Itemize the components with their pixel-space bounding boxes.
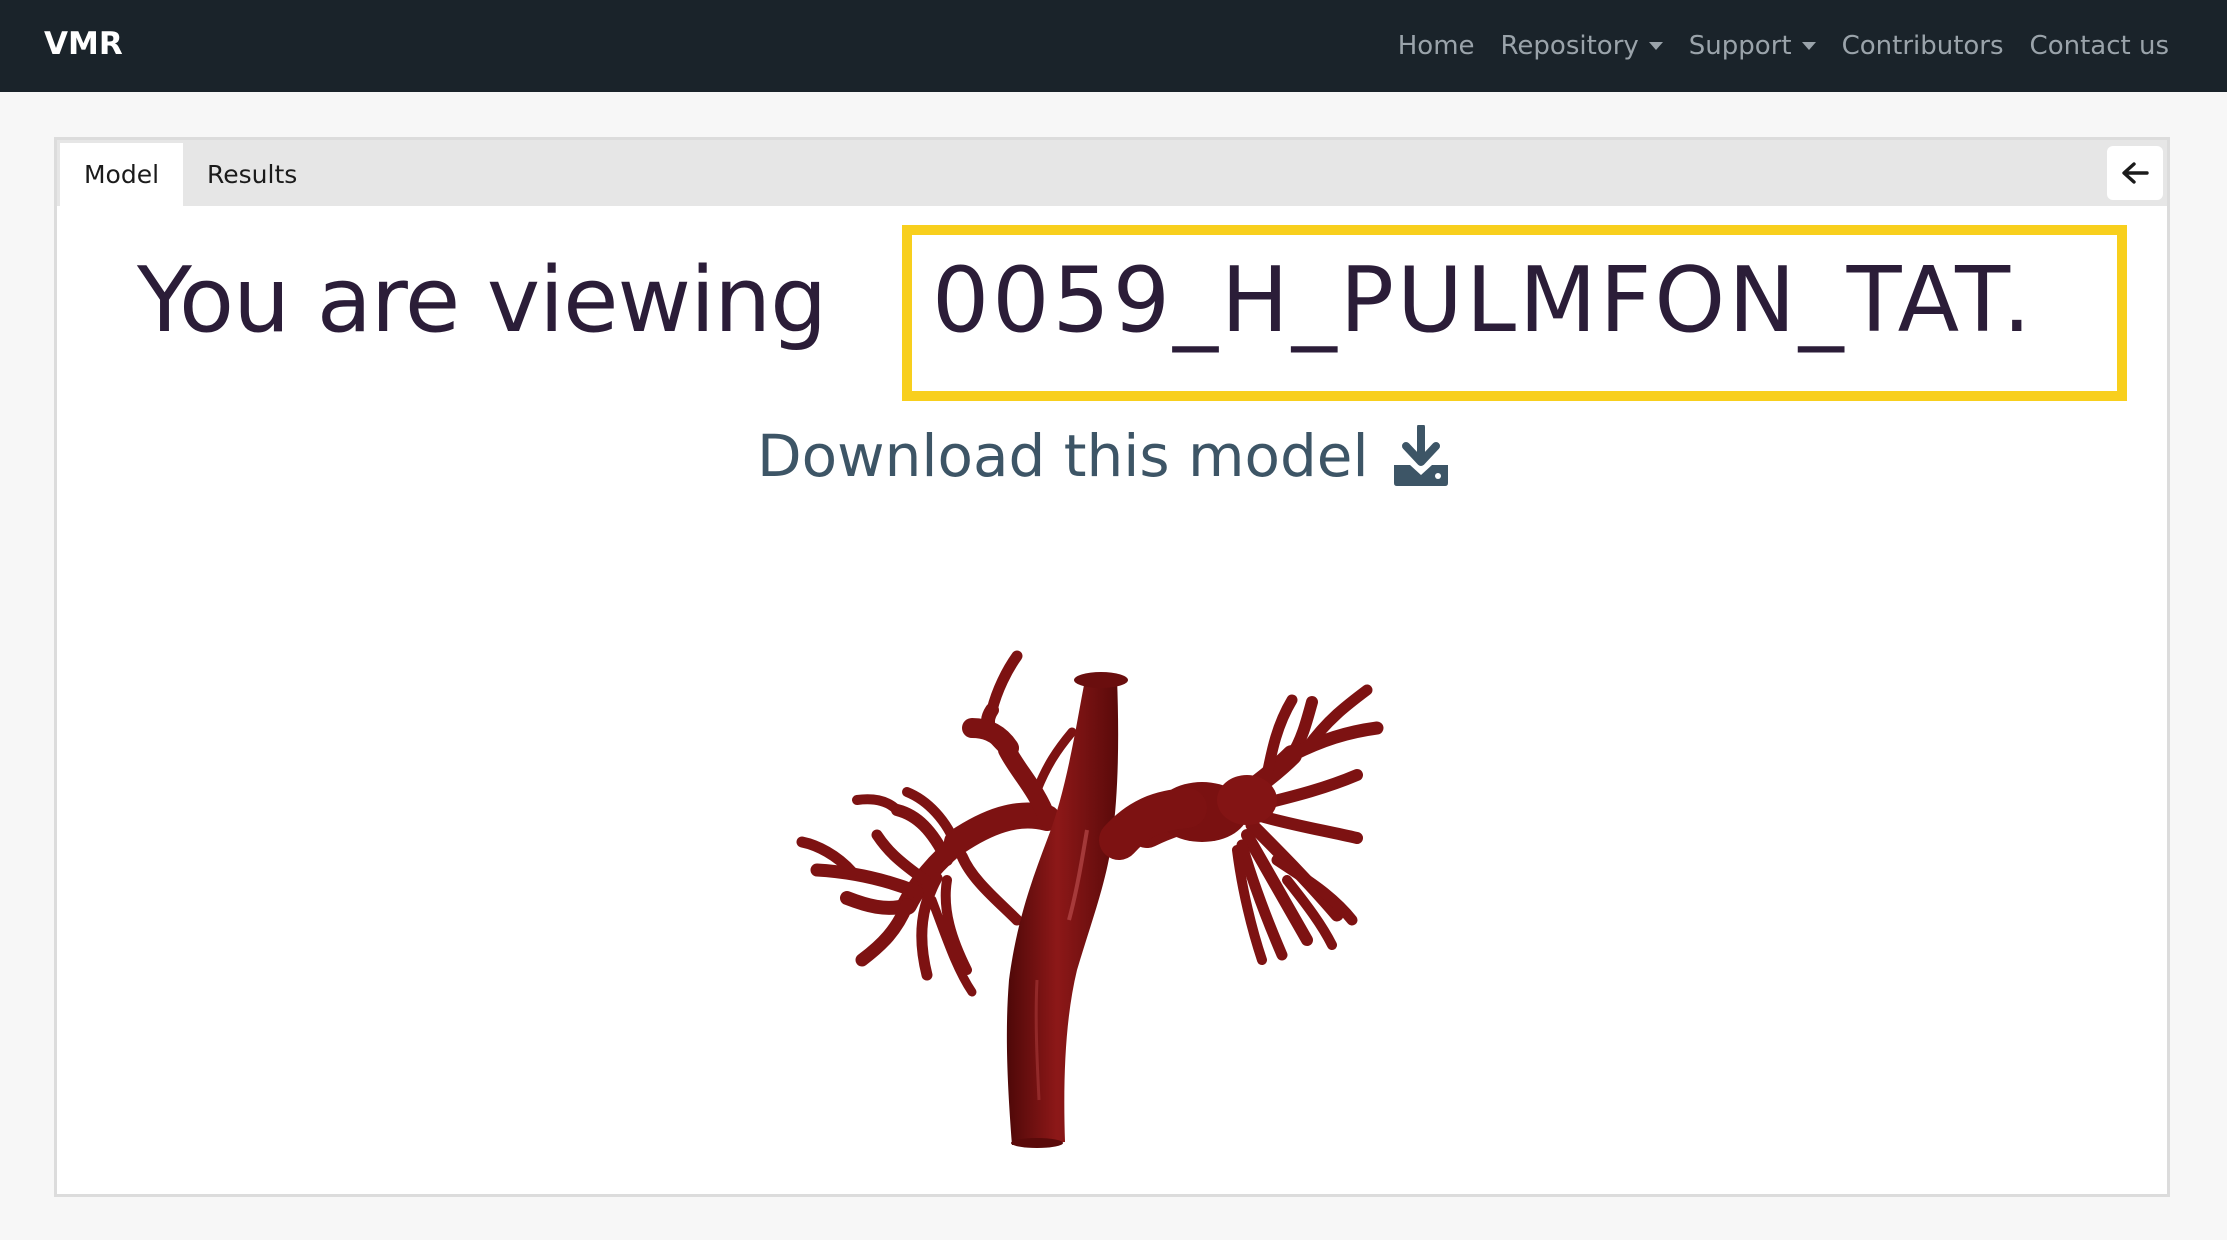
nav-repository-dropdown[interactable]: Repository	[1501, 31, 1663, 61]
download-label: Download this model	[757, 422, 1369, 490]
download-model-link[interactable]: Download this model	[757, 422, 1517, 490]
nav-links: Home Repository Support Contributors Con…	[1398, 0, 2169, 92]
nav-contributors[interactable]: Contributors	[1842, 31, 2004, 61]
tab-model[interactable]: Model	[60, 143, 183, 206]
tab-results[interactable]: Results	[207, 143, 297, 206]
arrow-left-icon	[2122, 162, 2149, 184]
caret-down-icon	[1648, 42, 1663, 50]
nav-home-label: Home	[1397, 31, 1475, 61]
nav-contributors-label: Contributors	[1841, 31, 2004, 61]
tab-bar: Model Results	[57, 140, 2167, 206]
tab-model-label: Model	[83, 160, 160, 189]
nav-contact-label: Contact us	[2029, 31, 2169, 61]
model-3d-viewer[interactable]	[747, 560, 1527, 1240]
model-id-highlight-box	[902, 225, 2127, 401]
back-button[interactable]	[2107, 146, 2163, 200]
nav-support-label: Support	[1688, 31, 1792, 61]
heading-prefix: You are viewing	[137, 248, 827, 353]
model-card: Model Results You are viewing 0059_H_PUL…	[54, 137, 2170, 1197]
tab-results-label: Results	[207, 160, 298, 189]
brand-logo[interactable]: VMR	[44, 26, 123, 62]
caret-down-icon	[1801, 42, 1816, 50]
download-icon	[1393, 425, 1448, 486]
nav-repository-label: Repository	[1500, 31, 1639, 61]
nav-home[interactable]: Home	[1398, 31, 1475, 61]
nav-contact-us[interactable]: Contact us	[2030, 31, 2169, 61]
nav-support-dropdown[interactable]: Support	[1689, 31, 1816, 61]
top-navbar: VMR Home Repository Support Contributors…	[0, 0, 2227, 92]
